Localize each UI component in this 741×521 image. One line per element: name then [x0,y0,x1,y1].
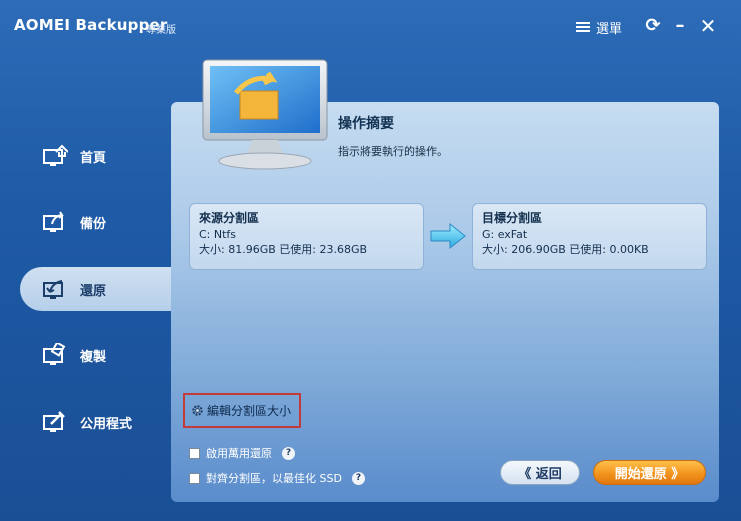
app-title: AOMEI Backupper [14,16,168,34]
app-edition: 專業版 [146,25,176,36]
summary-description: 指示將要執行的操作。 [338,145,448,158]
clone-icon [43,343,66,365]
app-window: AOMEI Backupper 專業版 選單 ⟳ – ✕ 首頁 備份 還原 複製… [0,0,741,521]
help-icon[interactable]: ? [282,446,295,460]
source-partition-card: 來源分割區 C: Ntfs 大小: 81.96GB 已使用: 23.68GB [189,203,424,270]
target-title: 目標分割區 [482,211,543,225]
target-filesystem: G: exFat [482,228,528,241]
summary-title: 操作摘要 [338,116,394,132]
align-ssd-checkbox[interactable] [189,472,200,484]
title-bar: AOMEI Backupper 專業版 選單 ⟳ – ✕ [0,0,741,54]
align-ssd-option[interactable]: 對齊分割區，以最佳化 SSD ? [189,470,365,486]
sidebar-item-label: 公用程式 [80,417,133,432]
sidebar-item-label: 首頁 [80,151,107,166]
source-title: 來源分割區 [199,211,260,225]
sidebar-item-label: 還原 [80,284,107,299]
arrow-right-icon [430,222,466,250]
monitor-restore-icon [202,59,328,170]
universal-restore-checkbox[interactable] [189,447,200,459]
target-partition-card: 目標分割區 G: exFat 大小: 206.90GB 已使用: 0.00KB [472,203,707,270]
gear-icon [192,405,203,416]
close-button[interactable]: ✕ [699,16,717,36]
edit-partition-size-link[interactable]: 編輯分割區大小 [183,393,301,428]
sidebar: 首頁 備份 還原 複製 公用程式 [0,100,175,510]
utilities-icon [43,411,65,432]
source-size: 大小: 81.96GB 已使用: 23.68GB [199,243,368,256]
menu-icon [576,21,590,33]
sidebar-item-home[interactable]: 首頁 [20,134,175,178]
refresh-icon[interactable]: ⟳ [644,16,662,36]
sidebar-item-label: 複製 [80,350,107,365]
source-filesystem: C: Ntfs [199,228,237,241]
align-ssd-label: 對齊分割區，以最佳化 SSD [206,472,342,485]
menu-button[interactable]: 選單 [576,18,623,37]
edit-partition-size-label: 編輯分割區大小 [207,404,292,418]
universal-restore-option[interactable]: 啟用萬用還原 ? [189,445,295,461]
back-button[interactable]: 《 返回 [500,460,580,485]
help-icon[interactable]: ? [351,471,365,485]
restore-icon [43,280,63,299]
sidebar-item-utilities[interactable]: 公用程式 [20,400,175,444]
sidebar-item-label: 備份 [80,217,107,232]
universal-restore-label: 啟用萬用還原 [206,447,272,460]
minimize-button[interactable]: – [671,16,689,36]
sidebar-item-restore[interactable]: 還原 [20,267,175,311]
sidebar-item-clone[interactable]: 複製 [20,333,175,377]
sidebar-item-backup[interactable]: 備份 [20,200,175,244]
start-restore-button[interactable]: 開始還原 》 [593,460,706,485]
menu-label: 選單 [596,21,623,37]
home-icon [43,144,68,166]
target-size: 大小: 206.90GB 已使用: 0.00KB [482,243,649,256]
backup-icon [43,211,64,232]
